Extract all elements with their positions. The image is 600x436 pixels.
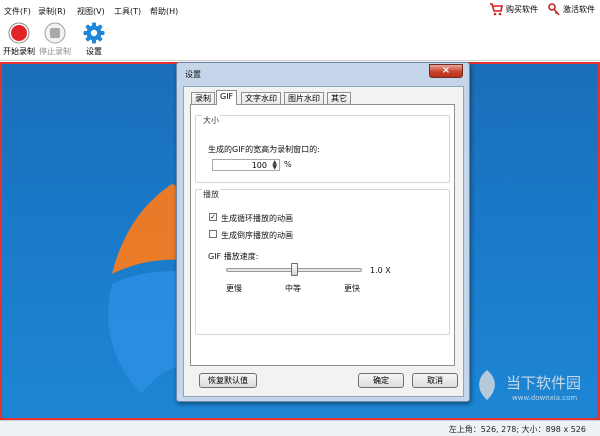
loop-checkbox[interactable]: ✓: [209, 213, 217, 221]
settings-label: 设置: [86, 47, 102, 56]
tick-slow: 更慢: [226, 284, 242, 293]
speed-label: GIF 播放速度:: [208, 252, 259, 261]
size-percent-stepper[interactable]: 100 ▲ ▼: [212, 159, 280, 171]
status-text: 左上角：526, 278; 大小：898 x 526: [448, 425, 586, 434]
watermark: 当下软件园 www.downxia.com: [472, 364, 592, 414]
loop-label: 生成循环播放的动画: [221, 214, 293, 223]
buy-software-button[interactable]: 购买软件: [489, 3, 538, 16]
watermark-text: 当下软件园: [506, 374, 582, 392]
speed-value: 1.0 X: [370, 266, 391, 275]
start-record-button[interactable]: 开始录制: [2, 22, 36, 57]
buy-software-label: 购买软件: [506, 5, 538, 14]
cart-icon: [490, 3, 503, 16]
activate-software-label: 激活软件: [563, 5, 595, 14]
playback-group: 播放 ✓ 生成循环播放的动画 生成倒序播放的动画 GIF 播放速度: 1.0 X…: [195, 189, 450, 335]
playback-group-label: 播放: [202, 189, 220, 200]
size-group: 大小 生成的GIF的宽高为录制窗口的: 100 ▲ ▼ %: [195, 115, 450, 183]
size-prompt: 生成的GIF的宽高为录制窗口的:: [208, 145, 320, 154]
slider-thumb[interactable]: [291, 263, 298, 276]
stop-record-button[interactable]: 停止录制: [38, 22, 72, 57]
activate-software-button[interactable]: 激活软件: [548, 3, 595, 16]
gear-icon: [83, 22, 105, 44]
ok-button[interactable]: 确定: [358, 373, 404, 388]
close-icon: ×: [441, 65, 451, 76]
menu-help[interactable]: 帮助(H): [150, 6, 178, 17]
settings-dialog: 设置 × 录制 GIF 文字水印 图片水印 其它 大小 生成的GIF的宽高为录制…: [176, 62, 470, 402]
speed-slider[interactable]: [226, 263, 362, 277]
settings-button[interactable]: 设置: [80, 22, 108, 57]
tick-fast: 更快: [344, 284, 360, 293]
menu-bar: 文件(F) 录制(R) 视图(V) 工具(T) 帮助(H) 购买软件 激活软件: [0, 0, 600, 20]
status-bar: 左上角：526, 278; 大小：898 x 526: [0, 420, 600, 436]
menu-view[interactable]: 视图(V): [77, 6, 105, 17]
key-icon: [548, 3, 560, 16]
watermark-logo-icon: [479, 370, 495, 400]
reverse-checkbox[interactable]: [209, 230, 217, 238]
gif-tab-page: 大小 生成的GIF的宽高为录制窗口的: 100 ▲ ▼ % 播放 ✓ 生成循环播放…: [190, 104, 455, 366]
checkmark-icon: ✓: [210, 213, 216, 221]
tab-gif[interactable]: GIF: [216, 90, 238, 105]
dialog-title: 设置: [185, 70, 201, 79]
record-icon: [8, 22, 30, 44]
dialog-close-button[interactable]: ×: [429, 64, 463, 78]
menu-record[interactable]: 录制(R): [38, 6, 66, 17]
stepper-arrows-icon[interactable]: ▲ ▼: [272, 160, 277, 171]
restore-defaults-button[interactable]: 恢复默认值: [199, 373, 257, 388]
size-group-label: 大小: [202, 115, 220, 126]
size-percent-value: 100: [251, 161, 267, 170]
size-percent-unit: %: [284, 160, 292, 169]
stop-icon: [44, 22, 66, 44]
watermark-url: www.downxia.com: [512, 394, 578, 402]
tick-mid: 中等: [285, 284, 301, 293]
menu-tools[interactable]: 工具(T): [114, 6, 141, 17]
reverse-label: 生成倒序播放的动画: [221, 231, 293, 240]
dialog-body: 录制 GIF 文字水印 图片水印 其它 大小 生成的GIF的宽高为录制窗口的: …: [183, 86, 464, 397]
start-record-label: 开始录制: [3, 47, 35, 56]
toolbar: 开始录制 停止录制 设置: [0, 20, 600, 61]
menu-file[interactable]: 文件(F): [4, 6, 31, 17]
stop-record-label: 停止录制: [39, 47, 71, 56]
cancel-button[interactable]: 取消: [412, 373, 458, 388]
